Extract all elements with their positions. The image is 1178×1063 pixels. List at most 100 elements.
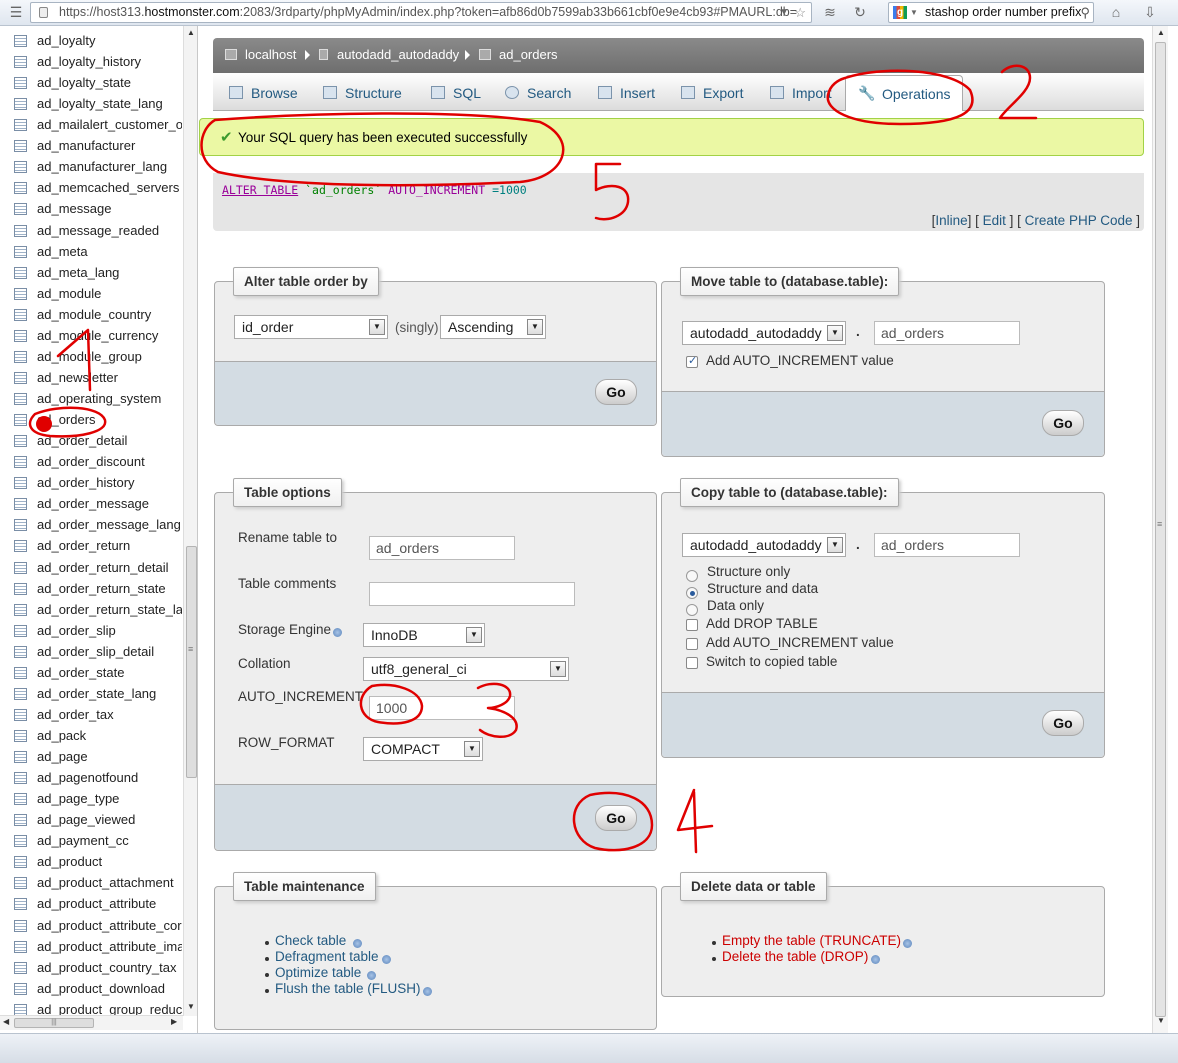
table-icon[interactable] [14,603,27,616]
tab-import[interactable]: Import [770,73,840,111]
table-icon[interactable] [14,456,27,469]
bookmark-star-icon[interactable]: ☆ [794,3,806,22]
copy-table-go-button[interactable]: Go [1042,710,1084,736]
sidebar-table-item[interactable]: ad_page [0,747,182,768]
sidebar-table-item[interactable]: ad_pack [0,726,182,747]
sidebar-table-item[interactable]: ad_meta [0,242,182,263]
inline-link[interactable]: Inline [935,213,967,228]
add-auto-increment-checkbox[interactable] [686,638,698,650]
scrollbar-thumb[interactable] [186,546,197,778]
sidebar-table-name[interactable]: ad_operating_system [37,391,161,406]
table-icon[interactable] [14,224,27,237]
menu-icon[interactable]: ☰ [6,3,26,22]
sidebar-table-name[interactable]: ad_page_viewed [37,812,135,827]
breadcrumb-server[interactable]: localhost [245,47,296,62]
sidebar-table-item[interactable]: ad_order_history [0,473,182,494]
sidebar-table-name[interactable]: ad_order_tax [37,707,114,722]
table-icon[interactable] [14,666,27,679]
sidebar-table-item[interactable]: ad_payment_cc [0,831,182,852]
sidebar-table-item[interactable]: ad_order_detail [0,431,182,452]
table-icon[interactable] [14,687,27,700]
search-engine-dropdown-icon[interactable]: ▼ [910,3,918,22]
sidebar-table-item[interactable]: ad_loyalty [0,31,182,52]
sidebar-table-name[interactable]: ad_manufacturer_lang [37,159,167,174]
sidebar-table-name[interactable]: ad_order_slip [37,623,116,638]
sidebar-table-item[interactable]: ad_order_tax [0,705,182,726]
sidebar-table-name[interactable]: ad_page_type [37,791,119,806]
optimize-table-link[interactable]: Optimize table [275,965,361,980]
sidebar-table-item[interactable]: ad_message_readed [0,221,182,242]
sidebar-table-item[interactable]: ad_pagenotfound [0,768,182,789]
tab-insert[interactable]: Insert [598,73,664,111]
sidebar-table-name[interactable]: ad_order_discount [37,454,145,469]
help-icon[interactable] [382,955,391,964]
sidebar-table-name[interactable]: ad_payment_cc [37,833,129,848]
sidebar-table-name[interactable]: ad_order_state_lang [37,686,156,701]
table-icon[interactable] [14,561,27,574]
table-icon[interactable] [14,329,27,342]
sidebar-table-item[interactable]: ad_product [0,852,182,873]
empty-table-link[interactable]: Empty the table (TRUNCATE) [722,933,901,948]
sidebar-table-name[interactable]: ad_loyalty_history [37,54,141,69]
sidebar-table-name[interactable]: ad_order_history [37,475,135,490]
sidebar-table-name[interactable]: ad_message [37,201,111,216]
sidebar-table-name[interactable]: ad_product_attribute_ima [37,939,182,954]
help-icon[interactable] [903,939,912,948]
table-icon[interactable] [14,77,27,90]
scroll-right-icon[interactable]: ▶ [171,1017,177,1026]
defragment-table-link[interactable]: Defragment table [275,949,379,964]
copy-database-select[interactable]: autodadd_autodaddy ▼ [682,533,846,557]
table-icon[interactable] [14,582,27,595]
tab-operations[interactable]: 🔧 Operations [845,75,963,111]
flush-table-link[interactable]: Flush the table (FLUSH) [275,981,421,996]
breadcrumb-database[interactable]: autodadd_autodaddy [337,47,459,62]
scrollbar-thumb[interactable]: ||| [14,1018,94,1028]
copy-table-name-input[interactable]: ad_orders [874,533,1020,557]
table-icon[interactable] [14,540,27,553]
sidebar-table-name[interactable]: ad_order_message_lang [37,517,181,532]
help-icon[interactable] [423,987,432,996]
rename-table-input[interactable]: ad_orders [369,536,515,560]
sidebar-table-name[interactable]: ad_meta_lang [37,265,119,280]
order-column-select[interactable]: id_order ▼ [234,315,388,339]
sidebar-table-name[interactable]: ad_loyalty_state_lang [37,96,163,111]
sidebar-table-item[interactable]: ad_module [0,284,182,305]
sidebar-table-item[interactable]: ad_page_type [0,789,182,810]
help-icon[interactable] [871,955,880,964]
move-database-select[interactable]: autodadd_autodaddy ▼ [682,321,846,345]
table-icon[interactable] [14,898,27,911]
table-icon[interactable] [14,729,27,742]
sidebar-table-item[interactable]: ad_order_return_detail [0,558,182,579]
sidebar-table-item[interactable]: ad_order_message_lang [0,515,182,536]
sidebar-table-name[interactable]: ad_orders [37,412,96,427]
sidebar-table-name[interactable]: ad_memcached_servers [37,180,179,195]
sidebar-table-item[interactable]: ad_product_country_tax [0,958,182,979]
sidebar-table-item[interactable]: ad_operating_system [0,389,182,410]
table-icon[interactable] [14,35,27,47]
sidebar-table-name[interactable]: ad_product_country_tax [37,960,176,975]
data-only-radio[interactable] [686,604,698,616]
table-icon[interactable] [14,287,27,300]
help-icon[interactable] [333,628,342,637]
sidebar-table-item[interactable]: ad_message [0,199,182,220]
reload-icon[interactable]: ↻ [850,3,870,22]
structure-only-radio[interactable] [686,570,698,582]
sidebar-table-name[interactable]: ad_module_currency [37,328,158,343]
sidebar-table-name[interactable]: ad_message_readed [37,223,159,238]
edit-link[interactable]: Edit [983,213,1006,228]
sidebar-table-item[interactable]: ad_orders [0,410,182,431]
sidebar-table-name[interactable]: ad_order_message [37,496,149,511]
sidebar-table-name[interactable]: ad_manufacturer [37,138,135,153]
scroll-up-icon[interactable]: ▲ [187,28,195,37]
downloads-icon[interactable]: ⇩ [1140,3,1160,22]
sidebar-table-item[interactable]: ad_order_state_lang [0,684,182,705]
sidebar-table-item[interactable]: ad_memcached_servers [0,178,182,199]
sidebar-table-item[interactable]: ad_module_group [0,347,182,368]
sidebar-table-item[interactable]: ad_order_return [0,536,182,557]
table-icon[interactable] [14,751,27,764]
table-icon[interactable] [14,477,27,490]
table-icon[interactable] [14,793,27,806]
sidebar-table-item[interactable]: ad_product_attribute [0,894,182,915]
sidebar-table-name[interactable]: ad_order_return_state [37,581,166,596]
scrollbar-thumb[interactable] [1155,42,1166,1017]
